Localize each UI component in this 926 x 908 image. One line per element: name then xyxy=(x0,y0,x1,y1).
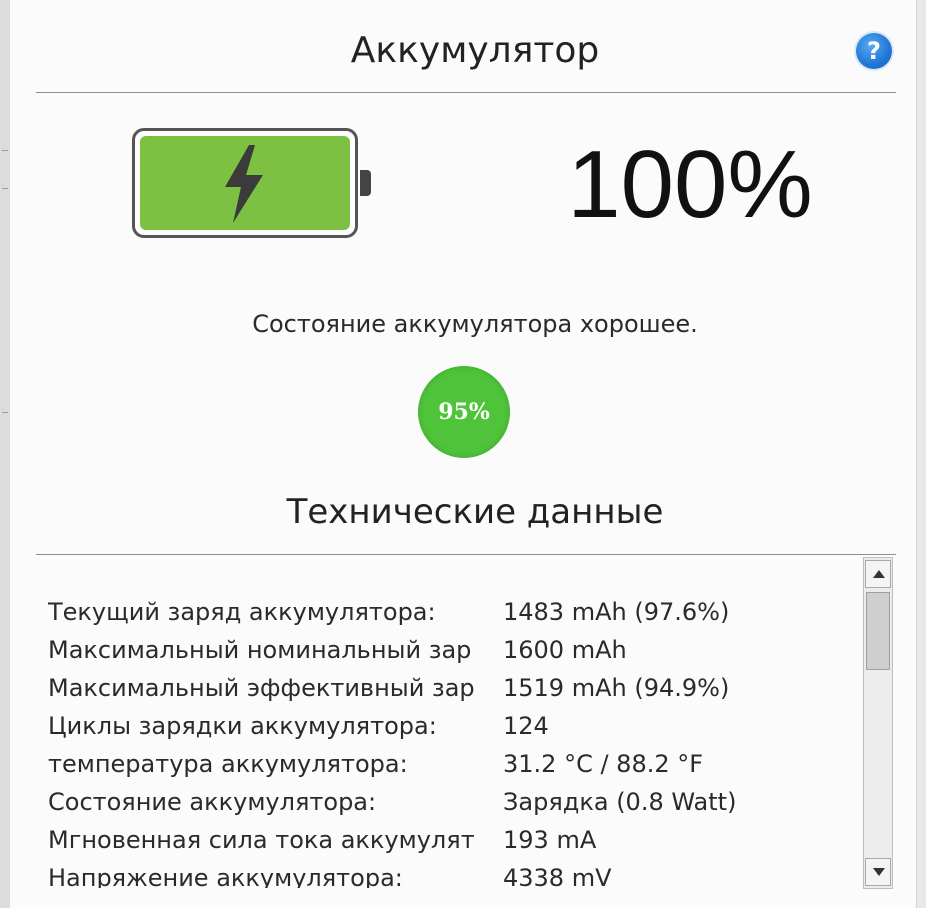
edge-mark xyxy=(2,412,8,413)
charge-percent: 100% xyxy=(567,131,813,238)
list-item: температура аккумулятора: 31.2 °C / 88.2 … xyxy=(48,750,868,788)
tech-data-scrollbar[interactable] xyxy=(863,557,893,889)
row-value: 124 xyxy=(503,712,549,740)
row-value: 1600 mAh xyxy=(503,636,627,664)
edge-mark xyxy=(2,188,8,189)
row-label: Мгновенная сила тока аккумулят xyxy=(48,826,475,854)
row-value: 1519 mAh (94.9%) xyxy=(503,674,730,702)
help-icon[interactable]: ? xyxy=(856,33,892,69)
battery-terminal xyxy=(360,170,371,196)
row-label: Циклы зарядки аккумулятора: xyxy=(48,712,437,740)
title-divider xyxy=(36,92,896,93)
row-label: Максимальный эффективный зар xyxy=(48,674,475,702)
list-item: Текущий заряд аккумулятора: 1483 mAh (97.… xyxy=(48,598,868,636)
row-label: Максимальный номинальный зар xyxy=(48,636,472,664)
section-title-tech-data: Технические данные xyxy=(286,492,664,532)
list-item: Максимальный номинальный зар 1600 mAh xyxy=(48,636,868,674)
arrow-down-icon xyxy=(873,868,885,876)
lightning-bolt-icon xyxy=(225,145,263,223)
tech-data-list: Текущий заряд аккумулятора: 1483 mAh (97.… xyxy=(48,598,868,888)
list-item: Напряжение аккумулятора: 4338 mV xyxy=(48,864,868,888)
row-value: 193 mA xyxy=(503,826,597,854)
row-label: Напряжение аккумулятора: xyxy=(48,864,403,888)
scroll-down-button[interactable] xyxy=(865,858,891,886)
edge-mark xyxy=(2,150,8,151)
row-value: Зарядка (0.8 Watt) xyxy=(503,788,737,816)
row-label: Состояние аккумулятора: xyxy=(48,788,377,816)
arrow-up-icon xyxy=(873,570,885,578)
tech-divider xyxy=(36,554,896,555)
row-label: Текущий заряд аккумулятора: xyxy=(48,598,436,626)
list-item: Циклы зарядки аккумулятора: 124 xyxy=(48,712,868,750)
battery-health-status: Состояние аккумулятора хорошее. xyxy=(252,310,698,338)
scroll-up-button[interactable] xyxy=(865,560,891,588)
page-title: Аккумулятор xyxy=(350,30,600,71)
scrollbar-thumb[interactable] xyxy=(866,592,890,670)
battery-graphic xyxy=(132,128,358,238)
list-item: Состояние аккумулятора: Зарядка (0.8 Watt… xyxy=(48,788,868,826)
row-value: 1483 mAh (97.6%) xyxy=(503,598,730,626)
list-item: Мгновенная сила тока аккумулят 193 mA xyxy=(48,826,868,864)
battery-panel: Аккумулятор ? 100% Состояние аккумулятор… xyxy=(10,0,917,908)
list-item: Максимальный эффективный зар 1519 mAh (94… xyxy=(48,674,868,712)
row-value: 4338 mV xyxy=(503,864,612,888)
row-value: 31.2 °C / 88.2 °F xyxy=(503,750,704,778)
row-label: температура аккумулятора: xyxy=(48,750,408,778)
health-badge: 95% xyxy=(418,366,510,458)
